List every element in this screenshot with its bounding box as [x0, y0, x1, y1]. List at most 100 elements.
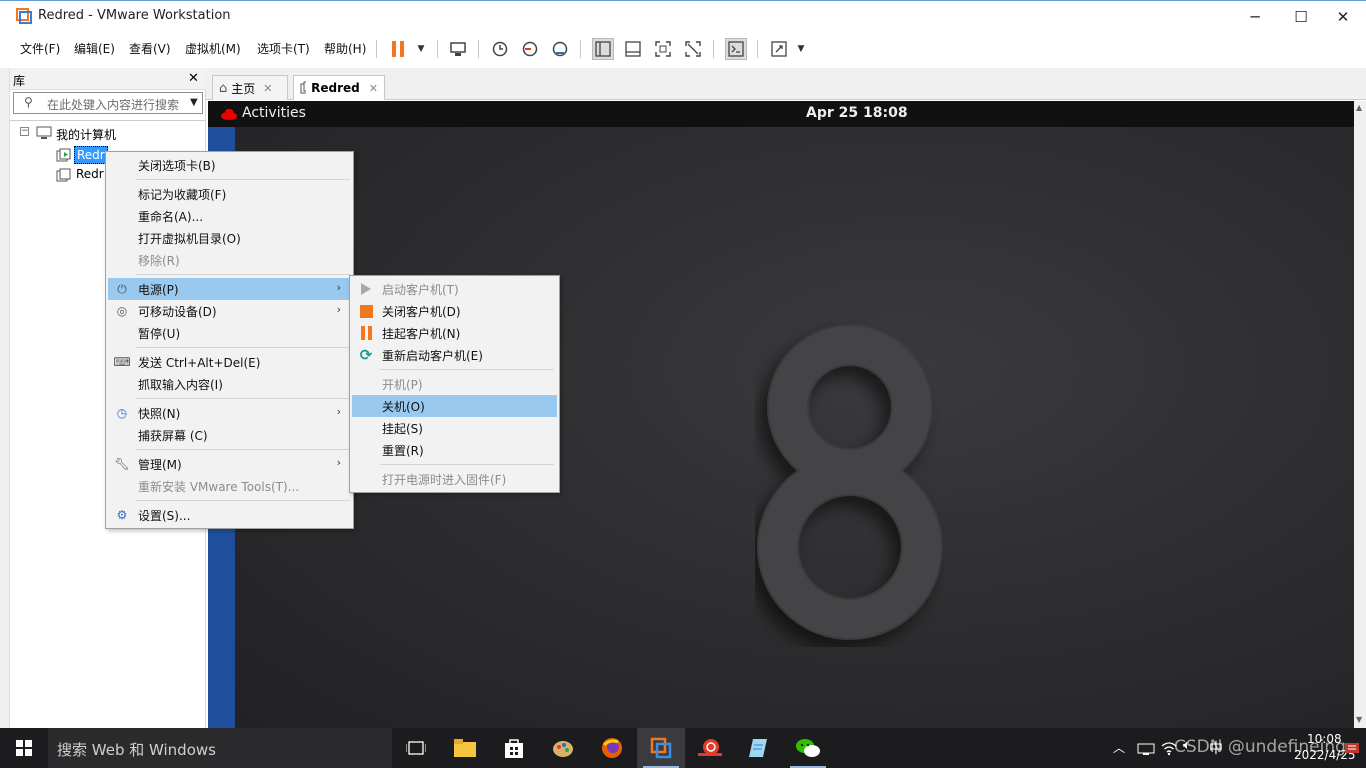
menu-item-favorite[interactable]: 标记为收藏项(F) [108, 183, 351, 205]
clock-time[interactable]: 10:08 [1307, 732, 1342, 746]
maximize-button[interactable]: ☐ [1278, 1, 1324, 32]
tab-redred[interactable]: Redred ✕ [293, 75, 385, 100]
menu-item-power-on: 开机(P) [382, 378, 423, 392]
vmware-app-icon [16, 8, 32, 24]
menu-item-suspend[interactable]: 挂起(S) [352, 417, 557, 439]
menu-item-send-ctrl-alt-del[interactable]: ⌨ 发送 Ctrl+Alt+Del(E) [108, 351, 351, 373]
menu-item-open-directory[interactable]: 打开虚拟机目录(O) [108, 227, 351, 249]
search-placeholder: 在此处键入内容进行搜索 [47, 98, 180, 112]
close-icon[interactable]: ✕ [188, 71, 199, 86]
notepad-icon[interactable] [735, 728, 783, 768]
library-search[interactable]: ⚲ 在此处键入内容进行搜索 ▼ [13, 92, 203, 114]
close-window-button[interactable]: ✕ [1320, 1, 1366, 32]
paint-icon[interactable] [539, 728, 587, 768]
home-icon: ⌂ [219, 80, 228, 96]
firefox-icon[interactable] [588, 728, 636, 768]
file-explorer-icon[interactable] [441, 728, 489, 768]
library-header: 库 ✕ [10, 68, 206, 90]
menu-view[interactable]: 查看(V) [129, 40, 171, 57]
send-ctrl-alt-del-icon[interactable] [447, 38, 469, 60]
chevron-right-icon: › [336, 303, 341, 316]
suspend-icon [358, 325, 374, 341]
wrench-icon: 🔧︎ [114, 457, 130, 471]
menu-help[interactable]: 帮助(H) [324, 40, 366, 57]
chevron-down-icon[interactable]: ▼ [190, 97, 198, 108]
menu-item-shutdown-guest[interactable]: 关闭客户机(D) [352, 300, 557, 322]
host-window-edge [0, 68, 10, 728]
menu-vm[interactable]: 虚拟机(M) [185, 40, 241, 57]
menu-item-manage[interactable]: 🔧︎ 管理(M) › [108, 453, 351, 475]
unity-icon[interactable] [682, 38, 704, 60]
revert-snapshot-icon[interactable] [519, 38, 541, 60]
stop-icon [358, 303, 374, 319]
show-library-icon[interactable] [592, 38, 614, 60]
power-icon: ⏻ [117, 281, 127, 296]
menu-item-reset[interactable]: 重置(R) [352, 439, 557, 461]
stretch-guest-icon[interactable] [768, 38, 790, 60]
tab-home[interactable]: ⌂ 主页 ✕ [212, 75, 288, 100]
snapshot-icon[interactable] [489, 38, 511, 60]
restart-icon: ⟳ [359, 346, 373, 364]
guest-clock[interactable]: Apr 25 18:08 [806, 105, 908, 121]
vm-running-icon [300, 81, 307, 94]
snail-app-icon[interactable] [686, 728, 734, 768]
wechat-icon[interactable] [784, 728, 832, 768]
task-view-icon[interactable] [392, 728, 440, 768]
tree-root-label[interactable]: 我的计算机 [56, 126, 116, 143]
menu-item-restart-guest[interactable]: ⟳ 重新启动客户机(E) [352, 344, 557, 366]
menu-item-start-guest: 启动客户机(T) [352, 278, 557, 300]
send-keys-icon: ⌨ [113, 355, 131, 369]
windows-logo-icon [16, 740, 32, 756]
chevron-up-icon[interactable]: ︿ [1113, 739, 1125, 756]
title-bar: Redred - VMware Workstation ─ ☐ ✕ [0, 0, 1366, 32]
chevron-right-icon: › [336, 281, 341, 294]
menu-edit[interactable]: 编辑(E) [74, 40, 115, 57]
library-title: 库 [13, 74, 26, 88]
menu-item-grab-input[interactable]: 抓取输入内容(I) [108, 373, 351, 395]
console-view-icon[interactable] [725, 38, 747, 60]
menu-item-rename[interactable]: 重命名(A)... [108, 205, 351, 227]
vmware-taskbar-icon[interactable] [637, 728, 685, 768]
menu-item-removable-devices[interactable]: ◎ 可移动设备(D) › [108, 300, 351, 322]
tree-vm-item[interactable]: Redr [76, 167, 104, 181]
vertical-scrollbar[interactable]: ▲ ▼ [1354, 101, 1366, 728]
full-screen-icon[interactable] [652, 38, 674, 60]
chevron-right-icon: › [336, 456, 341, 469]
start-button[interactable] [0, 728, 48, 768]
activities-button[interactable]: Activities [242, 105, 306, 121]
menu-item-suspend-guest[interactable]: 挂起客户机(N) [352, 322, 557, 344]
menu-item-close-tab[interactable]: 关闭选项卡(B) [108, 154, 351, 176]
menu-item-reinstall-tools: 重新安装 VMware Tools(T)... [138, 480, 300, 494]
menu-item-power-off[interactable]: 关机(O) [352, 395, 557, 417]
menu-file[interactable]: 文件(F) [20, 40, 60, 57]
tab-redred-label: Redred [311, 81, 360, 95]
vm-context-menu: 关闭选项卡(B) 标记为收藏项(F) 重命名(A)... 打开虚拟机目录(O) … [105, 151, 354, 529]
thumbnail-bar-icon[interactable] [622, 38, 644, 60]
chevron-down-icon[interactable]: ▼ [410, 38, 432, 60]
store-icon[interactable] [490, 728, 538, 768]
notification-icon[interactable] [1344, 742, 1360, 756]
menu-item-snapshot[interactable]: ◷ 快照(N) › [108, 402, 351, 424]
snapshot-icon: ◷ [116, 406, 128, 420]
menu-item-power[interactable]: ⏻ 电源(P) › [108, 278, 351, 300]
menu-item-settings[interactable]: ⚙ 设置(S)... [108, 504, 351, 526]
collapse-icon[interactable]: − [20, 127, 29, 136]
network-icon[interactable] [1137, 741, 1155, 755]
close-icon[interactable]: ✕ [369, 82, 378, 95]
tree-vm-item-selected[interactable]: Redr [74, 146, 108, 164]
minimize-button[interactable]: ─ [1232, 1, 1278, 32]
tab-home-label: 主页 [231, 81, 256, 96]
taskbar-search[interactable]: 搜索 Web 和 Windows [48, 728, 392, 768]
gnome-top-bar: Activities Apr 25 18:08 [208, 101, 1354, 127]
snapshot-manager-icon[interactable] [549, 38, 571, 60]
menu-tabs[interactable]: 选项卡(T) [257, 40, 310, 57]
search-icon: ⚲ [24, 95, 33, 109]
menu-item-capture-screen[interactable]: 捕获屏幕 (C) [108, 424, 351, 446]
windows-taskbar: 搜索 Web 和 Windows ︿ 🔈︎ 中 CSDN @undefinein… [0, 728, 1366, 768]
rhel-8-logo [757, 324, 943, 640]
vm-icon [56, 168, 71, 182]
menu-item-pause[interactable]: 暂停(U) [108, 322, 351, 344]
chevron-down-icon[interactable]: ▼ [790, 38, 812, 60]
close-icon[interactable]: ✕ [263, 82, 272, 95]
pause-icon[interactable] [387, 38, 409, 60]
